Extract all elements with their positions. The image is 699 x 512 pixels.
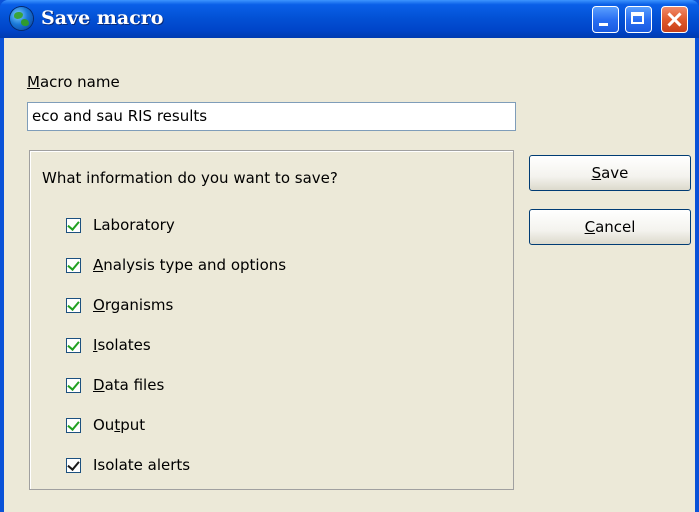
- maximize-button[interactable]: [625, 6, 652, 33]
- minimize-icon: [599, 23, 608, 26]
- save-options-group: [29, 150, 514, 490]
- macro-name-label: Macro name: [27, 73, 120, 91]
- checkbox-isolate-alerts-box[interactable]: [66, 458, 81, 473]
- window-title: Save macro: [41, 7, 164, 29]
- checkbox-isolates-label: Isolates: [93, 336, 151, 354]
- checkbox-laboratory-box[interactable]: [66, 218, 81, 233]
- checkbox-data-files-box[interactable]: [66, 378, 81, 393]
- checkbox-isolate-alerts-label: Isolate alerts: [93, 456, 191, 474]
- cancel-button[interactable]: Cancel: [529, 209, 691, 245]
- checkbox-data-files-label: Data files: [93, 376, 165, 394]
- maximize-icon: [631, 12, 644, 24]
- macro-name-input[interactable]: eco and sau RIS results: [27, 102, 516, 131]
- group-title: What information do you want to save?: [42, 169, 338, 187]
- globe-icon: [10, 7, 33, 30]
- checkbox-output-label: Output: [93, 416, 146, 434]
- checkbox-organisms-label: Organisms: [93, 296, 174, 314]
- save-macro-window: Save macro Macro name eco and sau RIS re…: [0, 0, 699, 512]
- checkbox-laboratory-label: Laboratory: [93, 216, 175, 234]
- close-button[interactable]: [661, 6, 688, 33]
- title-bar[interactable]: Save macro: [0, 0, 699, 38]
- checkbox-organisms-box[interactable]: [66, 298, 81, 313]
- checkbox-output-box[interactable]: [66, 418, 81, 433]
- checkbox-analysis-type-box[interactable]: [66, 258, 81, 273]
- close-icon: [662, 7, 687, 32]
- save-button[interactable]: Save: [529, 155, 691, 191]
- minimize-button[interactable]: [592, 6, 619, 33]
- checkbox-analysis-type-label: Analysis type and options: [93, 256, 287, 274]
- checkbox-isolates-box[interactable]: [66, 338, 81, 353]
